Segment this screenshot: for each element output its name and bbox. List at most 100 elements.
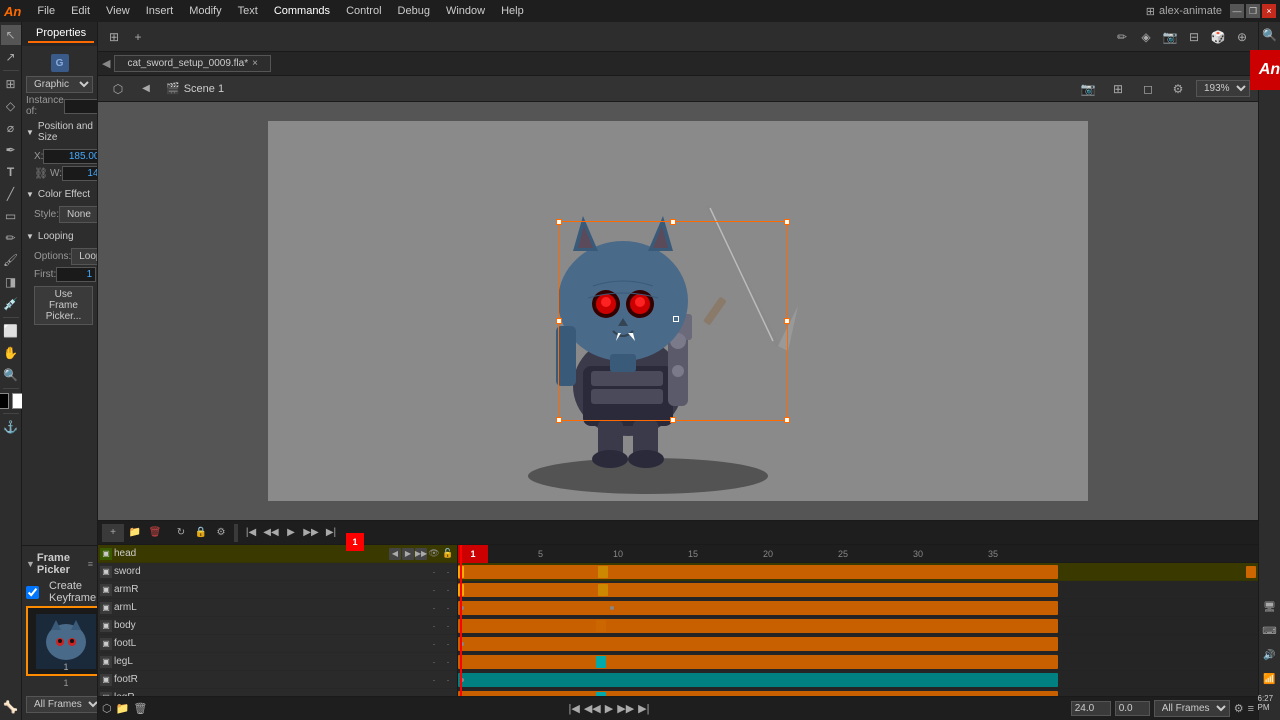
scene-back-icon[interactable]: ◀ (134, 78, 158, 100)
menu-file[interactable]: File (29, 3, 63, 19)
search-online-icon[interactable]: 🔍 (1258, 24, 1280, 46)
body-visibility[interactable]: · (427, 621, 441, 631)
menu-edit[interactable]: Edit (63, 3, 98, 19)
pen-tool[interactable]: ✒ (1, 140, 21, 160)
layer-sword[interactable]: ▣ sword · · (98, 563, 457, 581)
step-forward-button[interactable]: ▶▶ (302, 524, 320, 542)
layer-legL[interactable]: ▣ legL · · (98, 653, 457, 671)
tl-play-icon[interactable]: |◀ (569, 702, 580, 715)
select-tool[interactable]: ↖ (1, 25, 21, 45)
vol-icon[interactable]: 🔊 (1258, 644, 1280, 666)
tl-play-btn[interactable]: ▶ (605, 702, 613, 715)
tab-close-icon[interactable]: × (252, 58, 258, 69)
tl-footer-more[interactable]: ≡ (1248, 703, 1254, 715)
menu-debug[interactable]: Debug (390, 3, 438, 19)
step-back-button[interactable]: ◀◀ (262, 524, 280, 542)
go-start-button[interactable]: |◀ (242, 524, 260, 542)
new-layer-icon[interactable]: + (126, 26, 150, 48)
track-footR[interactable] (458, 689, 1258, 696)
looping-section-header[interactable]: ▼ Looping (26, 231, 93, 242)
track-head[interactable] (458, 563, 1258, 581)
zoom-select[interactable]: 193% (1196, 80, 1250, 97)
sword-visibility[interactable]: · (427, 567, 441, 577)
tl-footer-folder-icon[interactable]: 📁 (116, 702, 130, 715)
legL-lock[interactable]: · (441, 657, 455, 667)
back-arrow-icon[interactable]: ◀ (102, 57, 110, 70)
tl-end-icon[interactable]: ▶| (638, 702, 649, 715)
minimize-button[interactable]: — (1230, 4, 1244, 18)
eyedropper-tool[interactable]: 💉 (1, 294, 21, 314)
close-button[interactable]: × (1262, 4, 1276, 18)
armL-lock[interactable]: · (441, 603, 455, 613)
brush-tool[interactable]: 🖌 (1, 250, 21, 270)
fp-menu-icon[interactable]: ≡ (88, 559, 93, 569)
settings-icon[interactable]: ⚙ (212, 524, 230, 542)
tab-properties[interactable]: Properties (28, 25, 94, 43)
track-sword[interactable] (458, 581, 1258, 599)
transform-center-handle[interactable] (673, 316, 679, 322)
track-footL[interactable] (458, 653, 1258, 671)
fp-frame-1[interactable]: 1 (26, 606, 98, 676)
3d-icon[interactable]: 🎲 (1206, 26, 1230, 48)
track-body[interactable] (458, 635, 1258, 653)
hand-tool[interactable]: ✋ (1, 343, 21, 363)
loop-icon[interactable]: ↻ (172, 524, 190, 542)
track-legL[interactable] (458, 671, 1258, 689)
footR-lock[interactable]: · (441, 675, 455, 685)
track-armL[interactable] (458, 617, 1258, 635)
rect-tool[interactable]: ▭ (1, 206, 21, 226)
distort-tool[interactable]: ◇ (1, 96, 21, 116)
align-icon[interactable]: ⊟ (1182, 26, 1206, 48)
network-icon[interactable]: 📶 (1258, 668, 1280, 690)
footL-visibility[interactable]: · (427, 639, 441, 649)
layer-legR[interactable]: ▣ legR · · (98, 689, 457, 696)
menu-control[interactable]: Control (338, 3, 389, 19)
head-play[interactable]: ▶ (402, 548, 414, 560)
menu-window[interactable]: Window (438, 3, 493, 19)
viewport[interactable]: Looping options for Graphics (98, 102, 1258, 520)
scene-view-icon[interactable]: ⊞ (102, 26, 126, 48)
color-section-header[interactable]: ▼ Color Effect (26, 189, 93, 200)
tl-footer-scene-icon[interactable]: ⬡ (102, 702, 112, 715)
first-input[interactable] (56, 267, 96, 282)
sword-keyframe[interactable] (458, 584, 464, 596)
layer-footL[interactable]: ▣ footL · · (98, 635, 457, 653)
tl-back-icon[interactable]: ◀◀ (584, 702, 601, 715)
body-lock[interactable]: · (441, 621, 455, 631)
bone-tool[interactable]: 🦴 (1, 697, 21, 717)
instance-name-input[interactable] (64, 99, 97, 114)
head-keyframe-1[interactable] (458, 566, 464, 578)
create-keyframe-checkbox[interactable] (26, 586, 39, 599)
fill-color[interactable] (0, 393, 9, 409)
x-input[interactable] (43, 149, 97, 164)
tl-forward-icon[interactable]: ▶▶ (617, 702, 634, 715)
footL-lock[interactable]: · (441, 639, 455, 649)
menu-help[interactable]: Help (493, 3, 532, 19)
w-input[interactable] (62, 166, 97, 181)
eraser-tool[interactable]: ⬜ (1, 321, 21, 341)
free-transform-tool[interactable]: ⊞ (1, 74, 21, 94)
zoom-tool[interactable]: 🔍 (1, 365, 21, 385)
use-frame-picker-button[interactable]: Use Frame Picker... (34, 286, 93, 325)
track-armR[interactable] (458, 599, 1258, 617)
new-layer-button[interactable]: + (102, 524, 124, 542)
tracks-area[interactable]: 1 5 10 15 20 25 30 35 (458, 545, 1258, 696)
layer-armR[interactable]: ▣ armR · · (98, 581, 457, 599)
head-lock[interactable]: 🔓 (441, 548, 455, 559)
camera-icon[interactable]: 📷 (1158, 26, 1182, 48)
clip-mask-icon[interactable]: ◻ (1136, 78, 1160, 100)
style-dropdown[interactable]: None (59, 206, 97, 223)
fps-input[interactable] (1071, 701, 1111, 716)
play-button[interactable]: ▶ (282, 524, 300, 542)
menu-commands[interactable]: Commands (266, 3, 338, 19)
fp-frames-select[interactable]: All Frames (26, 696, 98, 713)
head-prev-frame[interactable]: ◀ (389, 548, 401, 560)
debug-icon[interactable]: ⚙ (1166, 78, 1190, 100)
head-next-frame[interactable]: ▶▶ (415, 548, 427, 560)
armL-visibility[interactable]: · (427, 603, 441, 613)
footR-visibility[interactable]: · (427, 675, 441, 685)
layer-head[interactable]: ▣ head ◀ ▶ ▶▶ 👁 🔓 (98, 545, 457, 563)
file-tab-main[interactable]: cat_sword_setup_0009.fla* × (114, 55, 270, 72)
link-proportions-icon[interactable]: ⛓ (34, 167, 48, 180)
tl-footer-settings[interactable]: ⚙ (1234, 702, 1244, 715)
